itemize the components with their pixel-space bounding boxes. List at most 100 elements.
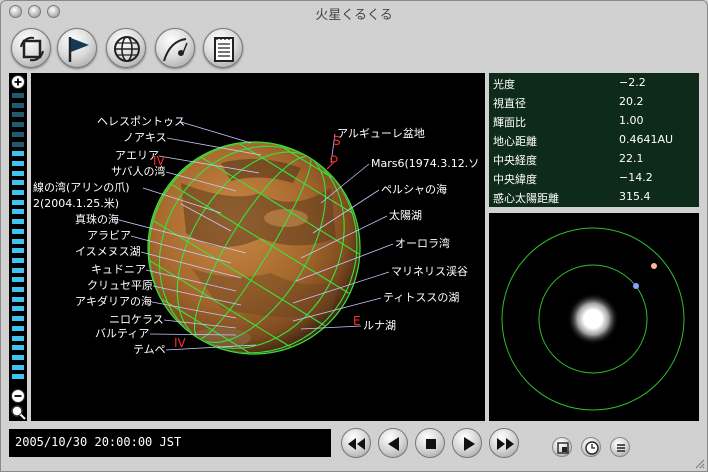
zoom-segment[interactable] xyxy=(12,209,24,215)
step-back-button[interactable] xyxy=(378,428,408,458)
ephemeris-info-panel: 光度 −2.2 視直径 20.2 輝面比 1.00 地心距離 0.4641AU 中央経度 22.1… xyxy=(489,73,699,207)
south-marker: S xyxy=(333,134,341,148)
info-row: 中央経度 22.1 xyxy=(493,149,699,168)
stop-icon xyxy=(426,439,436,449)
stop-button[interactable] xyxy=(415,428,445,458)
flag-button[interactable] xyxy=(57,28,97,68)
zoom-slider[interactable] xyxy=(9,73,27,421)
feature-label: 真珠の海 xyxy=(75,213,119,226)
clock-icon xyxy=(585,441,599,455)
info-row: 光度 −2.2 xyxy=(493,73,699,92)
zoom-segment[interactable] xyxy=(12,190,24,195)
globe-icon xyxy=(114,36,140,62)
feature-label: ニロケラス xyxy=(109,313,164,326)
play-button[interactable] xyxy=(452,428,482,458)
zoom-segment[interactable] xyxy=(12,131,24,137)
info-value: −14.2 xyxy=(619,171,653,184)
feature-label: ノアキス xyxy=(123,131,167,144)
zoom-segment[interactable] xyxy=(12,287,24,292)
info-row: 視直径 20.2 xyxy=(493,92,699,111)
rotate-frame-icon xyxy=(20,36,44,62)
small-window-icon xyxy=(557,442,569,454)
west-marker: IV xyxy=(174,336,186,350)
feature-label: アルギューレ盆地 xyxy=(337,127,425,140)
zoom-segment[interactable] xyxy=(12,248,24,254)
datetime-display[interactable]: 2005/10/30 20:00:00 JST xyxy=(9,429,331,457)
info-value: 20.2 xyxy=(619,95,644,108)
info-key: 光度 xyxy=(493,78,515,91)
zoom-segment[interactable] xyxy=(12,364,24,370)
info-key: 地心距離 xyxy=(493,135,537,148)
zoom-segment[interactable] xyxy=(12,199,24,205)
zoom-segment[interactable] xyxy=(12,112,24,118)
feature-label: Mars6(1974.3.12.ソ xyxy=(371,157,480,170)
zoom-segment[interactable] xyxy=(12,219,24,225)
feature-label: バルティア xyxy=(95,327,150,340)
trajectory-icon xyxy=(163,38,188,62)
info-value: 315.4 xyxy=(619,190,651,203)
zoom-segment[interactable] xyxy=(12,306,24,312)
info-key: 中央緯度 xyxy=(493,173,537,186)
rotate-view-button[interactable] xyxy=(11,28,51,68)
globe-button[interactable] xyxy=(106,28,146,68)
north-marker: IV xyxy=(153,154,165,168)
zoom-segment[interactable] xyxy=(12,228,24,234)
zoom-segment[interactable] xyxy=(12,170,24,176)
info-row: 惑心太陽距離 315.4 xyxy=(493,187,699,206)
feature-label: 2(2004.1.25.米) xyxy=(33,197,120,210)
zoom-segment[interactable] xyxy=(12,345,24,351)
orbit-view[interactable] xyxy=(489,213,699,421)
title-bar: 火星くるくる xyxy=(1,1,707,23)
zoom-segment[interactable] xyxy=(12,180,24,186)
info-row: 地心距離 0.4641AU xyxy=(493,130,699,149)
fast-forward-icon xyxy=(497,438,514,450)
zoom-segment[interactable] xyxy=(12,325,24,331)
list-button[interactable] xyxy=(610,437,630,457)
feature-label: クリュセ平原 xyxy=(87,279,153,292)
earth-dot xyxy=(633,283,639,289)
zoom-segment[interactable] xyxy=(12,122,24,128)
sun-core xyxy=(584,310,602,328)
zoom-segment[interactable] xyxy=(12,277,24,283)
zoom-segment[interactable] xyxy=(12,141,24,147)
zoom-segment[interactable] xyxy=(12,316,24,322)
notes-button[interactable] xyxy=(203,28,243,68)
notepad-icon xyxy=(214,37,234,62)
fast-forward-button[interactable] xyxy=(489,428,519,458)
app-window: 火星くるくる ヘレスポントゥス ノアキス アエリア サバ人の湾 線の湾(アリンの… xyxy=(0,0,708,472)
list-icon xyxy=(617,444,625,452)
trajectory-button[interactable] xyxy=(155,28,195,68)
feature-label: 太陽湖 xyxy=(389,209,422,222)
feature-label: アラビア xyxy=(87,229,131,242)
zoom-segment[interactable] xyxy=(12,267,24,273)
play-icon xyxy=(464,437,475,451)
zoom-segment[interactable] xyxy=(12,257,24,263)
zoom-segment[interactable] xyxy=(12,335,24,341)
zoom-in-icon[interactable] xyxy=(10,74,26,90)
info-key: 視直径 xyxy=(493,97,526,110)
info-value: 1.00 xyxy=(619,114,644,127)
feature-label: テムペ xyxy=(133,343,166,356)
screenshot-button[interactable] xyxy=(552,437,572,457)
magnifier-icon[interactable] xyxy=(10,404,26,420)
info-row: 輝面比 1.00 xyxy=(493,111,699,130)
flag-icon xyxy=(68,37,89,62)
feature-label: オーロラ湾 xyxy=(395,237,450,250)
zoom-segment[interactable] xyxy=(12,102,24,108)
zoom-segment[interactable] xyxy=(12,160,24,166)
zoom-segment[interactable] xyxy=(12,374,24,380)
zoom-segment[interactable] xyxy=(12,151,24,157)
info-value: 22.1 xyxy=(619,152,644,165)
orbit-diagram xyxy=(501,227,685,411)
feature-label: ヘレスポントゥス xyxy=(97,115,185,128)
zoom-segment[interactable] xyxy=(12,296,24,302)
zoom-segment[interactable] xyxy=(12,354,24,360)
resize-grip-icon[interactable] xyxy=(693,457,705,469)
zoom-segment[interactable] xyxy=(12,238,24,244)
mars-globe-view[interactable]: ヘレスポントゥス ノアキス アエリア サバ人の湾 線の湾(アリンの爪) 2(2004.1.… xyxy=(31,73,485,421)
rewind-icon xyxy=(348,438,365,450)
zoom-segment[interactable] xyxy=(12,93,24,98)
rewind-button[interactable] xyxy=(341,428,371,458)
zoom-out-icon[interactable] xyxy=(10,388,26,404)
clock-button[interactable] xyxy=(581,437,601,457)
